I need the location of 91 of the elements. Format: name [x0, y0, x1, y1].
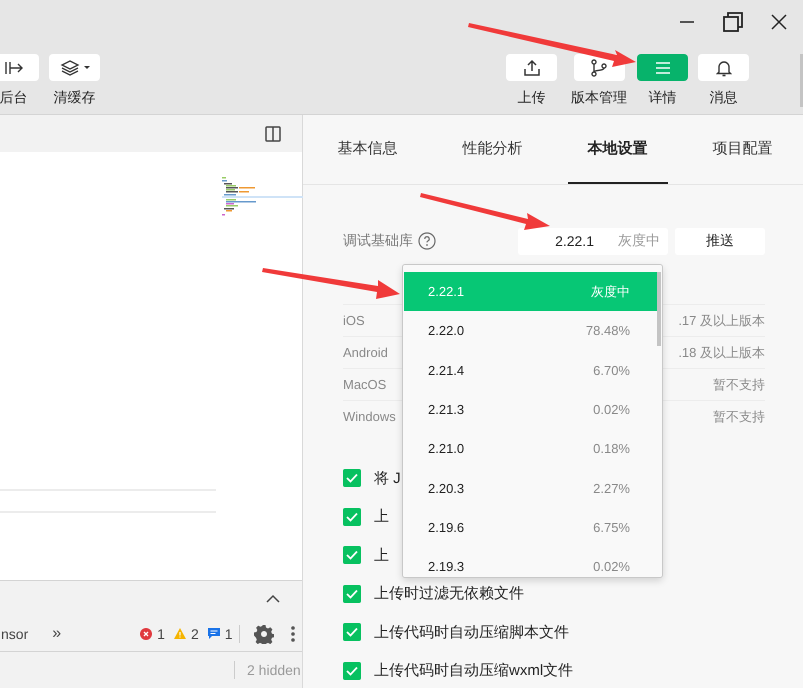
check-icon: [346, 666, 358, 676]
chevron-up-icon[interactable]: [266, 594, 280, 603]
toolbar-label: 清缓存: [54, 89, 96, 107]
version-share: 0.02%: [593, 402, 630, 418]
dropdown-option[interactable]: 2.21.3 0.02%: [404, 390, 657, 430]
platform-name: Android: [343, 345, 388, 360]
message-count: 1: [224, 626, 233, 642]
option-label: 上: [374, 507, 389, 526]
platform-support: 暂不支持: [713, 376, 765, 394]
version-number: 2.21.3: [428, 402, 464, 418]
checkbox[interactable]: [343, 508, 361, 526]
version-share: 6.75%: [593, 520, 630, 535]
toolbar-label: 上传: [518, 89, 546, 107]
error-icon: [140, 628, 152, 640]
option-label: 上传代码时自动压缩脚本文件: [374, 622, 569, 642]
toolbar-button[interactable]: [698, 54, 749, 81]
check-icon: [346, 512, 358, 522]
platform-name: Windows: [343, 409, 396, 424]
version-share: 0.02%: [593, 559, 630, 574]
toolbar-button[interactable]: [506, 54, 557, 81]
version-share: 0.18%: [593, 441, 630, 456]
version-number: 2.22.0: [428, 323, 464, 338]
help-icon[interactable]: [418, 232, 436, 250]
error-count: 1: [157, 626, 165, 642]
more-tabs-button[interactable]: »: [52, 624, 62, 642]
option-label: 上: [374, 546, 389, 564]
check-icon: [346, 588, 358, 598]
checkbox[interactable]: [343, 546, 361, 564]
toolbar-button[interactable]: [49, 54, 100, 81]
version-share: 78.48%: [586, 323, 630, 338]
version-share: 6.70%: [593, 362, 630, 378]
version-number: 2.21.0: [428, 441, 464, 456]
menu-icon: [654, 62, 670, 74]
platform-support: 暂不支持: [713, 408, 765, 426]
select-status: 灰度中: [618, 232, 660, 250]
bell-icon: [716, 58, 732, 76]
option-label: 上传时过滤无依赖文件: [374, 584, 524, 603]
kebab-menu-icon[interactable]: [290, 626, 295, 642]
toolbar-label: 后台: [0, 89, 28, 107]
checkbox[interactable]: [343, 584, 361, 602]
hidden-count: 2 hidden: [247, 662, 301, 678]
option-label: 上传代码时自动压缩wxml文件: [374, 661, 574, 680]
version-share: 2.27%: [593, 480, 630, 496]
settings-icon[interactable]: [254, 624, 274, 644]
split-view-icon[interactable]: [265, 126, 281, 142]
version-share: 灰度中: [591, 282, 630, 301]
scrollbar-thumb[interactable]: [657, 272, 661, 346]
upload-icon: [522, 58, 540, 76]
check-icon: [346, 627, 358, 637]
check-icon: [346, 473, 358, 483]
checkbox[interactable]: [343, 662, 361, 680]
dropdown-option[interactable]: 2.22.0 78.48%: [404, 311, 657, 351]
setting-label: 调试基础库: [343, 232, 413, 250]
warning-count: 2: [190, 626, 199, 642]
version-select[interactable]: 2.22.1 灰度中: [518, 228, 668, 254]
platform-support: .18 及以上版本: [678, 344, 765, 362]
version-number: 2.22.1: [428, 284, 464, 300]
close-icon[interactable]: [771, 14, 787, 30]
dropdown-option[interactable]: 2.19.3 0.02%: [404, 547, 657, 577]
version-number: 2.19.6: [428, 520, 464, 535]
platform-name: iOS: [343, 313, 365, 328]
platform-support: .17 及以上版本: [678, 312, 765, 330]
checkbox[interactable]: [343, 623, 361, 641]
layers-icon: [60, 60, 90, 76]
tab[interactable]: 性能分析: [442, 115, 542, 184]
platform-name: MacOS: [343, 377, 386, 392]
version-number: 2.19.3: [428, 559, 464, 574]
dropdown-option[interactable]: 2.19.6 6.75%: [404, 508, 657, 548]
version-number: 2.21.4: [428, 362, 464, 378]
arrow-to-bar-icon: [4, 60, 24, 74]
tab[interactable]: 项目配置: [692, 115, 792, 184]
toolbar-label: 版本管理: [571, 89, 627, 107]
devtools-tab[interactable]: nsor: [1, 626, 28, 642]
branch-icon: [590, 58, 608, 76]
version-number: 2.20.3: [428, 480, 464, 496]
message-icon: [208, 628, 220, 640]
dropdown-option[interactable]: 2.20.3 2.27%: [404, 468, 657, 508]
toolbar-label: 消息: [710, 89, 738, 107]
push-button[interactable]: 推送: [675, 228, 765, 254]
toolbar-button[interactable]: [0, 54, 39, 81]
tab[interactable]: 本地设置: [568, 115, 668, 184]
dropdown-option[interactable]: 2.21.4 6.70%: [404, 350, 657, 390]
maximize-icon[interactable]: [723, 12, 743, 32]
option-label: 将 J: [374, 468, 401, 488]
check-icon: [346, 550, 358, 560]
toolbar-label: 详情: [648, 89, 676, 107]
select-value: 2.22.1: [555, 233, 594, 249]
warning-icon: [174, 628, 186, 639]
checkbox[interactable]: [343, 469, 361, 487]
tab[interactable]: 基本信息: [318, 115, 418, 184]
dropdown-option[interactable]: 2.21.0 0.18%: [404, 429, 657, 468]
